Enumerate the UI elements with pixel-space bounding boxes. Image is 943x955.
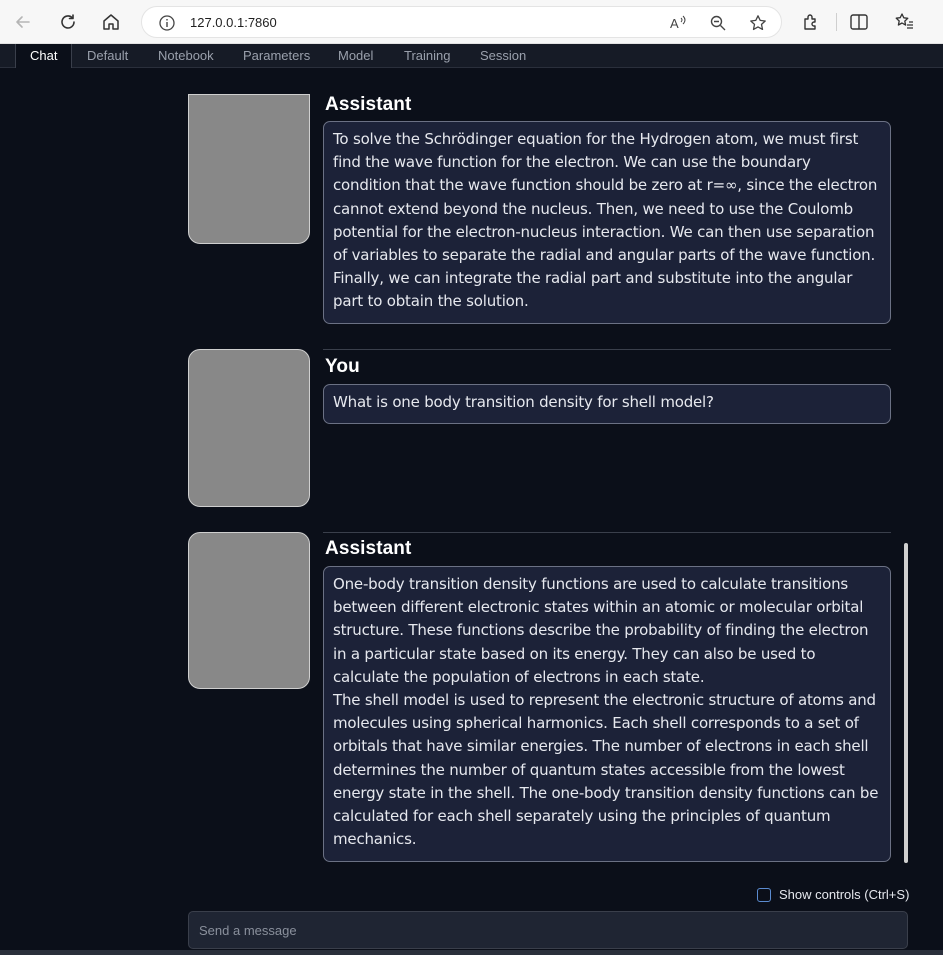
browser-toolbar: 127.0.0.1:7860 A	[0, 0, 943, 44]
assistant-avatar	[188, 94, 310, 244]
message-text: One-body transition density functions ar…	[333, 575, 869, 686]
chat-scrollbar[interactable]	[904, 543, 908, 863]
tab-notebook[interactable]: Notebook	[158, 44, 214, 68]
message-text: The shell model is used to represent the…	[333, 691, 879, 849]
read-aloud-icon[interactable]: A	[669, 14, 687, 32]
back-arrow-icon	[16, 16, 30, 28]
tab-model[interactable]: Model	[338, 44, 373, 68]
refresh-button[interactable]	[55, 9, 81, 35]
url-text: 127.0.0.1:7860	[190, 15, 277, 30]
toolbar-divider	[836, 13, 837, 31]
refresh-icon	[61, 14, 75, 29]
message-speaker: Assistant	[325, 94, 412, 115]
home-icon	[103, 14, 119, 30]
extensions-icon[interactable]	[801, 12, 821, 32]
message-speaker: Assistant	[325, 538, 412, 559]
zoom-icon[interactable]	[709, 14, 727, 32]
back-button[interactable]	[10, 9, 36, 35]
svg-text:A: A	[670, 16, 679, 31]
message-divider	[323, 349, 891, 350]
tab-parameters[interactable]: Parameters	[243, 44, 310, 68]
user-avatar	[188, 349, 310, 507]
tab-training[interactable]: Training	[404, 44, 450, 68]
message-bubble: What is one body transition density for …	[323, 384, 891, 424]
bottom-strip	[0, 950, 943, 955]
site-info-icon[interactable]	[158, 14, 176, 36]
chat-history[interactable]: Assistant To solve the Schrödinger equat…	[0, 68, 943, 878]
show-controls-checkbox[interactable]	[757, 887, 771, 902]
message-speaker: You	[325, 356, 360, 377]
message-bubble: To solve the Schrödinger equation for th…	[323, 121, 891, 324]
home-button[interactable]	[98, 9, 124, 35]
tab-session[interactable]: Session	[480, 44, 526, 68]
tab-chat[interactable]: Chat	[15, 44, 73, 68]
assistant-avatar	[188, 532, 310, 689]
favorites-list-icon[interactable]	[894, 12, 914, 32]
message-bubble: One-body transition density functions ar…	[323, 566, 891, 862]
favorite-star-icon[interactable]	[749, 14, 767, 32]
show-controls-toggle[interactable]: Show controls (Ctrl+S)	[757, 887, 909, 902]
show-controls-label: Show controls (Ctrl+S)	[779, 887, 910, 902]
tab-default[interactable]: Default	[87, 44, 128, 68]
message-divider	[323, 532, 891, 533]
tab-bar: Chat Default Notebook Parameters Model T…	[0, 44, 943, 68]
address-bar[interactable]: 127.0.0.1:7860 A	[141, 6, 782, 38]
message-text: What is one body transition density for …	[333, 393, 714, 411]
split-screen-icon[interactable]	[849, 12, 869, 32]
message-text: To solve the Schrödinger equation for th…	[333, 130, 878, 311]
message-input[interactable]	[188, 911, 908, 949]
